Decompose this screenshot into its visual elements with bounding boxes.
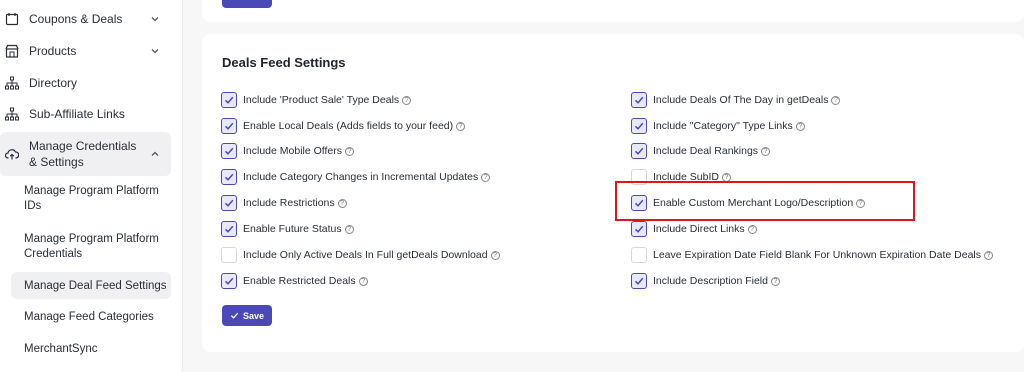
sidebar-item-label: Coupons & Deals — [29, 12, 123, 26]
option-label: Include Only Active Deals In Full getDea… — [243, 249, 488, 261]
option-row[interactable]: Include Deal Rankings? — [631, 142, 771, 160]
checkbox-checked[interactable] — [221, 143, 237, 159]
option-label: Include Direct Links — [653, 223, 745, 235]
sidebar-item-manage-credentials-settings[interactable]: Manage Credentials & Settings — [0, 137, 183, 171]
checkbox-unchecked[interactable] — [221, 247, 237, 263]
sidebar-item-label: Products — [29, 44, 77, 58]
calendar-icon — [5, 13, 19, 26]
checkbox-checked[interactable] — [631, 221, 647, 237]
sidebar-item-products[interactable]: Products — [0, 42, 183, 60]
sub-item-deal-feed-settings[interactable]: Manage Deal Feed Settings — [24, 279, 174, 294]
sidebar-item-coupons-deals[interactable]: Coupons & Deals — [0, 10, 183, 28]
option-label: Include 'Product Sale' Type Deals — [243, 94, 400, 106]
option-label: Enable Future Status — [243, 223, 342, 235]
checkbox-checked[interactable] — [221, 92, 237, 108]
sub-item-feed-categories[interactable]: Manage Feed Categories — [24, 310, 164, 325]
option-row[interactable]: Include "Category" Type Links? — [631, 117, 805, 135]
card-title: Deals Feed Settings — [222, 55, 346, 70]
highlight-box — [615, 181, 915, 221]
checkbox-checked[interactable] — [631, 118, 647, 134]
help-icon[interactable]: ? — [747, 224, 757, 234]
help-icon[interactable]: ? — [337, 198, 347, 208]
option-label: Include Deal Rankings — [653, 145, 759, 157]
save-button-label: Save — [242, 310, 265, 321]
help-icon[interactable]: ? — [456, 121, 466, 131]
cloud-upload-icon — [5, 149, 19, 160]
option-row[interactable]: Include Restrictions? — [221, 194, 347, 212]
help-icon[interactable]: ? — [481, 172, 491, 182]
option-row[interactable]: Enable Restricted Deals? — [221, 272, 368, 290]
checkbox-checked[interactable] — [221, 195, 237, 211]
previous-save-button[interactable] — [222, 0, 272, 8]
checkbox-checked[interactable] — [631, 92, 647, 108]
sub-item-program-platform-credentials[interactable]: Manage Program Platform Credentials — [24, 232, 164, 262]
help-icon[interactable]: ? — [345, 146, 355, 156]
option-row[interactable]: Leave Expiration Date Field Blank For Un… — [631, 246, 993, 264]
chevron-down-icon[interactable] — [150, 14, 160, 24]
checkbox-checked[interactable] — [221, 169, 237, 185]
help-icon[interactable]: ? — [358, 276, 368, 286]
sidebar-item-label: Sub-Affiliate Links — [29, 107, 125, 121]
sitemap-icon — [5, 76, 19, 90]
option-label: Enable Restricted Deals — [243, 275, 356, 287]
help-icon[interactable]: ? — [770, 276, 780, 286]
sub-item-program-platform-ids[interactable]: Manage Program Platform IDs — [24, 184, 164, 214]
help-icon[interactable]: ? — [795, 121, 805, 131]
checkbox-unchecked[interactable] — [631, 247, 647, 263]
option-label: Include Description Field — [653, 275, 768, 287]
help-icon[interactable]: ? — [344, 224, 354, 234]
help-icon[interactable]: ? — [831, 95, 841, 105]
sidebar: Coupons & Deals Products Directory Sub-A… — [0, 0, 183, 372]
option-label: Include Restrictions — [243, 197, 335, 209]
option-label: Include Deals Of The Day in getDeals — [653, 94, 829, 106]
check-icon — [230, 312, 239, 319]
sitemap-icon — [5, 107, 19, 121]
option-row[interactable]: Include Direct Links? — [631, 220, 757, 238]
option-row[interactable]: Include 'Product Sale' Type Deals? — [221, 91, 412, 109]
store-icon — [5, 44, 19, 58]
option-row[interactable]: Include Mobile Offers? — [221, 142, 355, 160]
sidebar-item-sub-affiliate-links[interactable]: Sub-Affiliate Links — [0, 105, 183, 123]
sidebar-item-label: Manage Credentials & Settings — [29, 139, 137, 169]
help-icon[interactable]: ? — [402, 95, 412, 105]
chevron-up-icon[interactable] — [150, 149, 160, 159]
checkbox-checked[interactable] — [221, 221, 237, 237]
option-row[interactable]: Enable Local Deals (Adds fields to your … — [221, 117, 466, 135]
checkbox-checked[interactable] — [631, 143, 647, 159]
option-row[interactable]: Include Description Field? — [631, 272, 780, 290]
option-label: Leave Expiration Date Field Blank For Un… — [653, 249, 981, 261]
help-icon[interactable]: ? — [761, 146, 771, 156]
option-label: Include Category Changes in Incremental … — [243, 171, 479, 183]
option-row[interactable]: Enable Future Status? — [221, 220, 354, 238]
option-label: Include Mobile Offers — [243, 145, 343, 157]
option-row[interactable]: Include Only Active Deals In Full getDea… — [221, 246, 500, 264]
chevron-down-icon[interactable] — [150, 46, 160, 56]
help-icon[interactable]: ? — [984, 250, 993, 260]
option-row[interactable]: Include Category Changes in Incremental … — [221, 168, 491, 186]
option-label: Include "Category" Type Links — [653, 120, 793, 132]
sub-item-merchantsync[interactable]: MerchantSync — [24, 342, 164, 357]
checkbox-checked[interactable] — [221, 273, 237, 289]
checkbox-checked[interactable] — [631, 273, 647, 289]
option-label: Enable Local Deals (Adds fields to your … — [243, 120, 454, 132]
checkbox-checked[interactable] — [221, 118, 237, 134]
help-icon[interactable]: ? — [490, 250, 500, 260]
sidebar-item-label: Directory — [29, 76, 78, 90]
sidebar-item-directory[interactable]: Directory — [0, 74, 183, 92]
previous-card — [202, 0, 1024, 22]
save-button[interactable]: Save — [222, 305, 272, 326]
option-row[interactable]: Include Deals Of The Day in getDeals? — [631, 91, 841, 109]
